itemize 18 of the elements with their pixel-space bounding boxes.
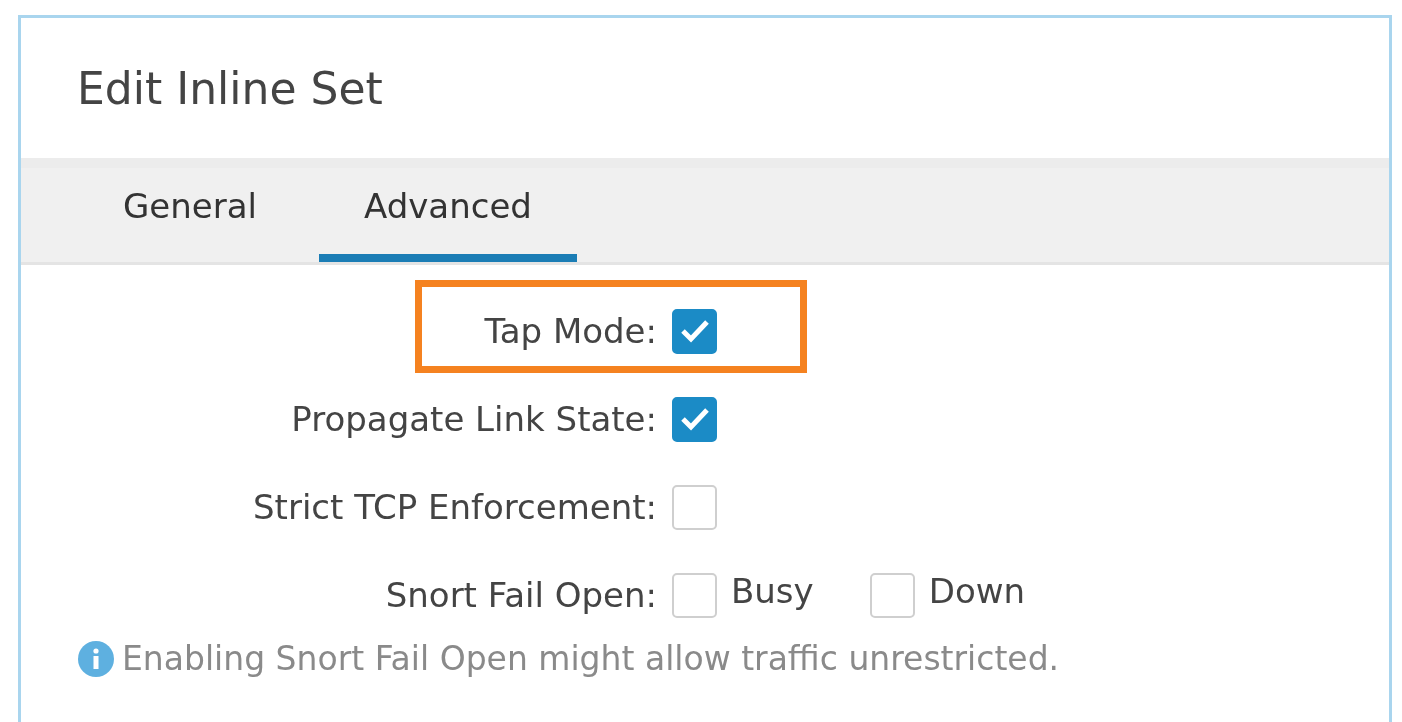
field-label: Strict TCP Enforcement:	[252, 487, 658, 527]
field-label: Snort Fail Open:	[384, 575, 658, 615]
tab[interactable]: Advanced	[319, 186, 577, 262]
info-note: Enabling Snort Fail Open might allow traffic unrestricted.	[122, 639, 1060, 678]
field-label: Tap Mode:	[483, 311, 658, 351]
checkbox[interactable]	[869, 572, 915, 618]
checkbox[interactable]	[672, 484, 717, 530]
check-icon	[679, 318, 710, 344]
dialog-title: Edit Inline Set	[77, 62, 383, 114]
field-label: Propagate Link State:	[290, 399, 658, 439]
info-icon	[78, 640, 114, 677]
checkbox[interactable]	[672, 308, 717, 354]
checkbox[interactable]	[672, 572, 717, 618]
option-label: Busy	[731, 571, 814, 611]
option-label: Down	[928, 571, 1026, 611]
check-icon	[679, 406, 710, 432]
tab[interactable]: General	[78, 186, 302, 262]
checkbox[interactable]	[672, 396, 717, 442]
